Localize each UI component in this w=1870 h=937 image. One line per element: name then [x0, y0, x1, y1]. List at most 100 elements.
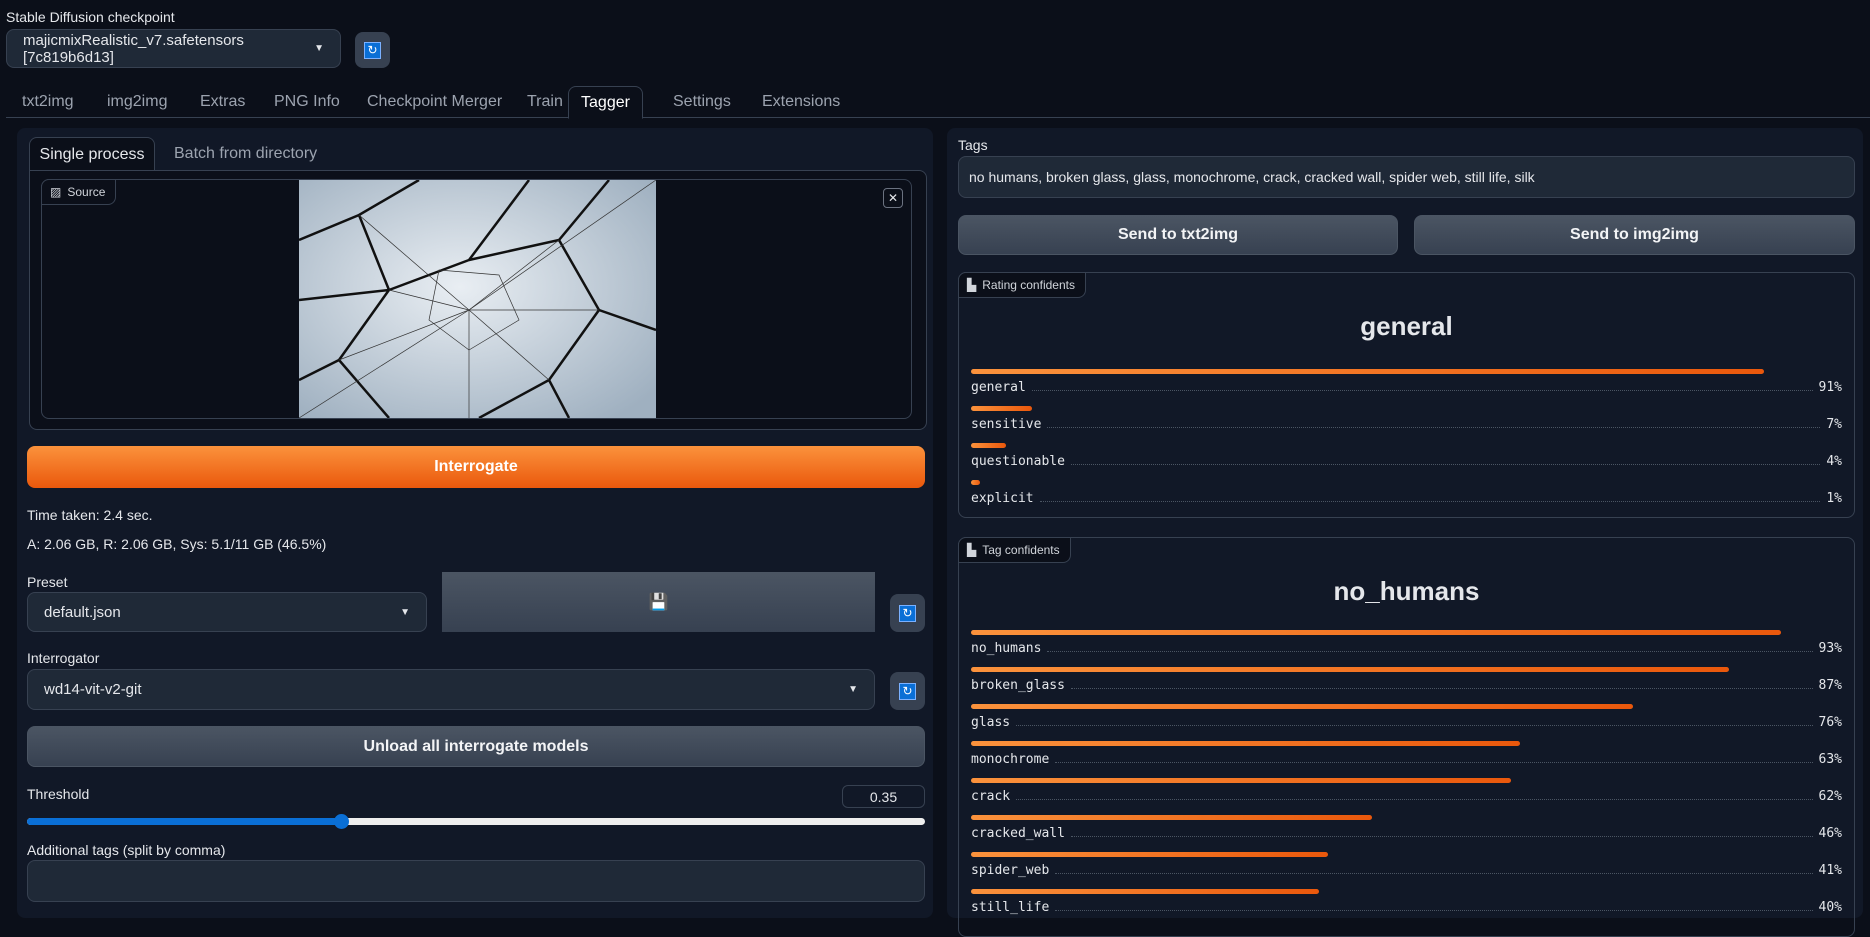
dotted-leader [1047, 651, 1813, 652]
dotted-leader [1016, 725, 1813, 726]
preset-value: default.json [44, 603, 121, 621]
source-image-box[interactable]: ▨ Source ✕ [41, 179, 912, 419]
checkpoint-label: Stable Diffusion checkpoint [6, 9, 175, 25]
interrogate-button[interactable]: Interrogate [27, 446, 925, 488]
confidence-value: 87% [1818, 678, 1842, 693]
confidence-value: 46% [1818, 826, 1842, 841]
tab-divider [6, 117, 1870, 118]
confidence-bar [971, 667, 1729, 672]
confidence-row: glass 76% [971, 704, 1842, 741]
tab-png-info[interactable]: PNG Info [274, 86, 340, 118]
tab-batch-from-directory[interactable]: Batch from directory [174, 145, 317, 163]
source-image [299, 180, 656, 418]
interrogator-dropdown[interactable]: wd14-vit-v2-git ▼ [27, 669, 875, 710]
confidence-name: spider_web [971, 863, 1050, 878]
confidence-value: 1% [1826, 491, 1842, 506]
rating-top-label: general [1360, 311, 1453, 341]
confidence-bar [971, 406, 1032, 411]
confidence-name: monochrome [971, 752, 1050, 767]
confidence-row: cracked_wall 46% [971, 815, 1842, 852]
confidence-value: 93% [1818, 641, 1842, 656]
dotted-leader [1016, 799, 1813, 800]
interrogator-value: wd14-vit-v2-git [44, 681, 142, 698]
additional-tags-input[interactable] [27, 860, 925, 902]
unload-models-button[interactable]: Unload all interrogate models [27, 726, 925, 767]
tags-label: Tags [958, 137, 988, 153]
confidence-name: glass [971, 715, 1011, 730]
confidence-row: monochrome 63% [971, 741, 1842, 778]
confidence-bar [971, 889, 1320, 894]
dotted-leader [1031, 390, 1813, 391]
tags-output[interactable]: no humans, broken glass, glass, monochro… [958, 156, 1855, 198]
tag-confidents-box: ▙ Tag confidents no_humans no_humans 93% br… [958, 537, 1855, 937]
tab-extras[interactable]: Extras [200, 86, 245, 118]
tab-checkpoint-merger[interactable]: Checkpoint Merger [367, 86, 502, 118]
confidence-name: explicit [971, 491, 1034, 506]
dotted-leader [1055, 873, 1813, 874]
save-preset-button[interactable]: 💾 [442, 572, 875, 632]
checkpoint-value: majicmixRealistic_v7.safetensors [7c819b… [23, 31, 244, 66]
refresh-preset-button[interactable]: ↻ [890, 594, 925, 632]
confidence-value: 40% [1818, 900, 1842, 915]
send-to-txt2img-button[interactable]: Send to txt2img [958, 215, 1398, 255]
confidence-row: sensitive 7% [971, 406, 1842, 443]
tab-single-process[interactable]: Single process [29, 137, 155, 171]
dotted-leader [1070, 688, 1813, 689]
preset-dropdown[interactable]: default.json ▼ [27, 592, 427, 632]
confidence-bar [971, 704, 1633, 709]
tag-label: Tag confidents [982, 543, 1060, 557]
refresh-interrogator-button[interactable]: ↻ [890, 672, 925, 710]
dotted-leader [1047, 427, 1821, 428]
dotted-leader [1070, 464, 1821, 465]
close-icon[interactable]: ✕ [883, 188, 903, 208]
rating-label: Rating confidents [982, 278, 1075, 292]
confidence-row: questionable 4% [971, 443, 1842, 480]
confidence-name: still_life [971, 900, 1050, 915]
confidence-bar [971, 852, 1329, 857]
chevron-down-icon: ▼ [314, 43, 324, 54]
image-icon: ▨ [50, 185, 62, 199]
threshold-slider[interactable] [27, 814, 925, 829]
dotted-leader [1055, 910, 1813, 911]
confidence-row: general 91% [971, 369, 1842, 406]
confidence-bar [971, 443, 1006, 448]
confidence-value: 41% [1818, 863, 1842, 878]
confidence-value: 91% [1818, 380, 1842, 395]
confidence-row: explicit 1% [971, 480, 1842, 517]
checkpoint-dropdown[interactable]: majicmixRealistic_v7.safetensors [7c819b… [6, 29, 341, 68]
chevron-down-icon: ▼ [400, 606, 410, 618]
confidence-bar [971, 778, 1512, 783]
tab-img2img[interactable]: img2img [107, 86, 167, 118]
dotted-leader [1055, 762, 1813, 763]
tag-top-label: no_humans [1333, 576, 1480, 606]
threshold-label: Threshold [27, 786, 90, 802]
confidence-row: crack 62% [971, 778, 1842, 815]
refresh-checkpoint-button[interactable]: ↻ [355, 32, 390, 68]
tab-tagger[interactable]: Tagger [568, 86, 643, 119]
confidence-value: 76% [1818, 715, 1842, 730]
rating-header: ▙ Rating confidents [958, 272, 1086, 298]
confidence-value: 63% [1818, 752, 1842, 767]
time-taken: Time taken: 2.4 sec. [27, 507, 153, 523]
confidence-name: crack [971, 789, 1011, 804]
tab-settings[interactable]: Settings [673, 86, 731, 118]
confidence-value: 7% [1826, 417, 1842, 432]
confidence-value: 4% [1826, 454, 1842, 469]
bar-chart-icon: ▙ [967, 543, 977, 557]
tab-extensions[interactable]: Extensions [762, 86, 840, 118]
tab-txt2img[interactable]: txt2img [22, 86, 74, 118]
tab-train[interactable]: Train [527, 86, 563, 118]
send-to-img2img-button[interactable]: Send to img2img [1414, 215, 1855, 255]
confidence-name: questionable [971, 454, 1065, 469]
confidence-row: still_life 40% [971, 889, 1842, 926]
threshold-number-input[interactable]: 0.35 [842, 785, 925, 808]
source-header: ▨ Source [41, 179, 117, 205]
bar-chart-icon: ▙ [967, 278, 977, 292]
floppy-disk-icon: 💾 [648, 594, 669, 611]
memory-usage: A: 2.06 GB, R: 2.06 GB, Sys: 5.1/11 GB (… [27, 536, 327, 552]
confidence-bar [971, 369, 1764, 374]
preset-label: Preset [27, 574, 68, 590]
source-label: Source [67, 185, 106, 199]
confidence-bar [971, 480, 980, 485]
confidence-row: no_humans 93% [971, 630, 1842, 667]
